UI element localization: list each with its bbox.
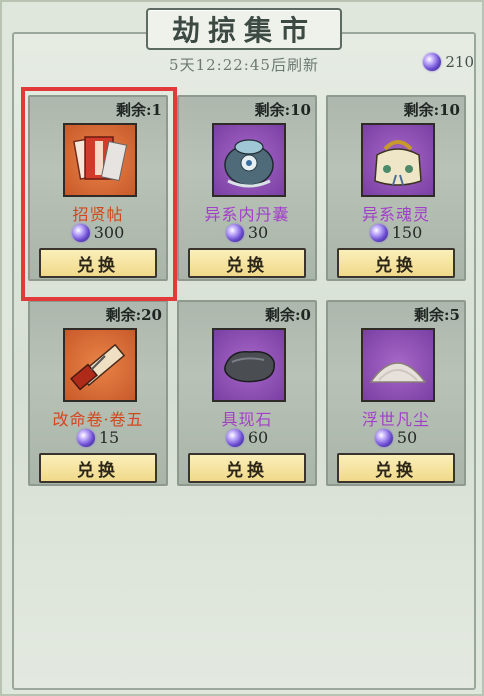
- price-value: 15: [98, 428, 120, 447]
- dust-pile-icon: [361, 328, 435, 402]
- item-name: 招贤帖: [72, 205, 124, 224]
- refresh-timer: 5天12:22:45后刷新: [169, 56, 319, 74]
- market-window: 劫掠集市 5天12:22:45后刷新 210 剩余:1 招贤帖 300 兑换 剩…: [0, 0, 484, 696]
- price-value: 60: [247, 428, 269, 447]
- page-title: 劫掠集市: [171, 14, 316, 47]
- soul-bag-icon: [361, 123, 435, 197]
- exchange-button[interactable]: 兑换: [188, 453, 306, 483]
- item-card-2[interactable]: 剩余:10 异系内丹囊 30 兑换: [177, 95, 317, 281]
- exchange-button[interactable]: 兑换: [337, 453, 455, 483]
- item-price: 300: [30, 223, 166, 242]
- exchange-button[interactable]: 兑换: [188, 248, 306, 278]
- stock-count: 剩余:20: [105, 306, 162, 324]
- exchange-button[interactable]: 兑换: [39, 248, 157, 278]
- item-card-1[interactable]: 剩余:1 招贤帖 300 兑换: [28, 95, 168, 281]
- item-name: 浮世凡尘: [361, 410, 430, 429]
- price-value: 50: [396, 428, 418, 447]
- item-name: 具现石: [221, 410, 273, 429]
- soul-jade-icon: [71, 223, 90, 242]
- soul-jade-icon: [369, 223, 388, 242]
- soul-jade-icon: [76, 428, 95, 447]
- soul-jade-icon: [374, 428, 393, 447]
- item-price: 60: [179, 428, 315, 447]
- exchange-button[interactable]: 兑换: [39, 453, 157, 483]
- stone-icon: [212, 328, 286, 402]
- item-name: 异系内丹囊: [204, 205, 290, 224]
- fate-scroll-icon: [63, 328, 137, 402]
- item-name: 异系魂灵: [361, 205, 430, 224]
- stock-count: 剩余:5: [414, 306, 460, 324]
- price-value: 300: [93, 223, 125, 242]
- exchange-button[interactable]: 兑换: [337, 248, 455, 278]
- inner-pill-pouch-icon: [212, 123, 286, 197]
- currency-amount: 210: [445, 53, 474, 71]
- item-card-6[interactable]: 剩余:5 浮世凡尘 50 兑换: [326, 300, 466, 486]
- item-price: 15: [30, 428, 166, 447]
- item-name: 改命卷·卷五: [52, 410, 144, 429]
- price-value: 150: [391, 223, 423, 242]
- stock-count: 剩余:0: [265, 306, 311, 324]
- stock-count: 剩余:10: [254, 101, 311, 119]
- item-card-5[interactable]: 剩余:0 具现石 60 兑换: [177, 300, 317, 486]
- item-card-4[interactable]: 剩余:20 改命卷·卷五 15 兑换: [28, 300, 168, 486]
- title-banner: 劫掠集市: [146, 8, 342, 50]
- price-value: 30: [247, 223, 269, 242]
- soul-jade-icon: [423, 53, 442, 71]
- currency-display: 210: [423, 53, 474, 71]
- soul-jade-icon: [225, 428, 244, 447]
- stock-count: 剩余:1: [116, 101, 162, 119]
- item-card-3[interactable]: 剩余:10 异系魂灵 150 兑换: [326, 95, 466, 281]
- soul-jade-icon: [225, 223, 244, 242]
- item-price: 30: [179, 223, 315, 242]
- stock-count: 剩余:10: [403, 101, 460, 119]
- recruit-letter-icon: [63, 123, 137, 197]
- item-price: 150: [328, 223, 464, 242]
- item-price: 50: [328, 428, 464, 447]
